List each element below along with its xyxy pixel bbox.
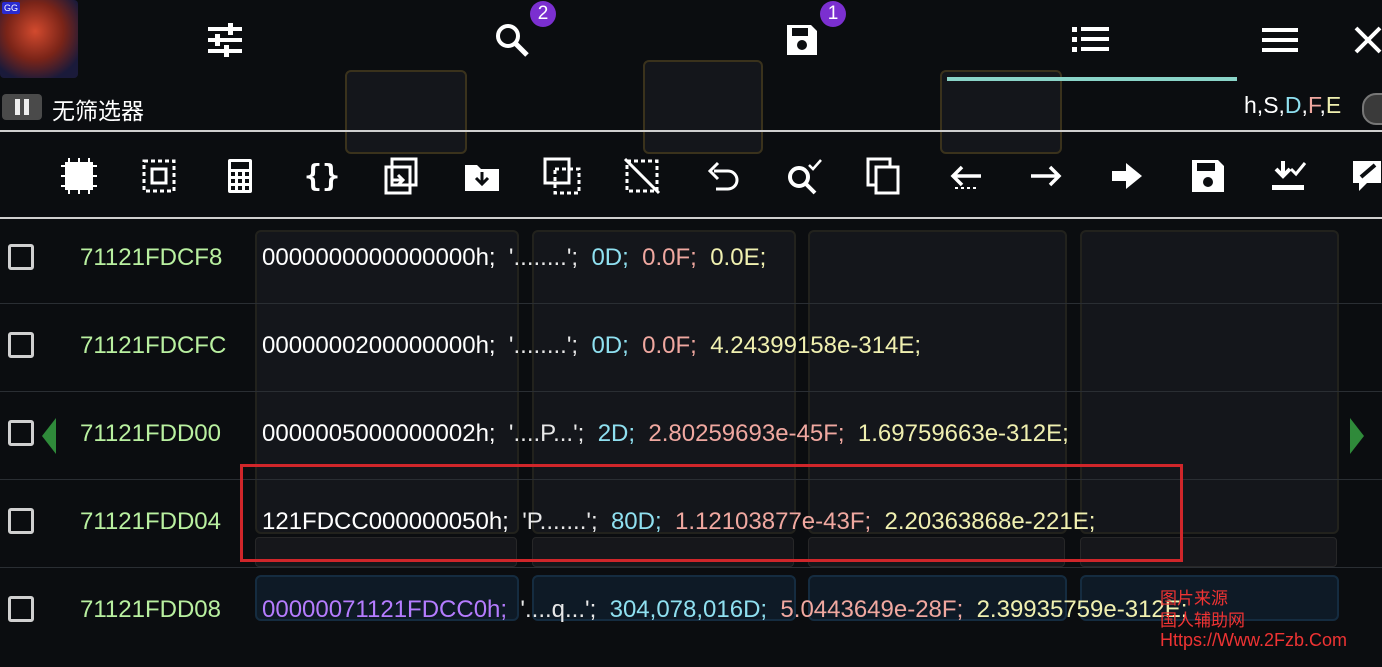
flag-s: S (1263, 92, 1279, 118)
folder-download-icon[interactable] (460, 154, 504, 198)
save-badge: 1 (820, 1, 846, 27)
hex-value: 0000000000000000h; (262, 244, 496, 271)
hex-value: 00000071121FDCC0h; (262, 596, 508, 623)
dword-value: 2D; (597, 420, 636, 447)
hex-value: 0000000200000000h; (262, 332, 496, 359)
row-values: 0000005000000002h; '....P...'; 2D; 2.802… (262, 420, 1069, 448)
search-badge: 2 (530, 1, 556, 27)
memory-row[interactable]: 71121FDCF8 0000000000000000h; '........'… (0, 215, 1382, 304)
hex-value: 0000005000000002h; (262, 420, 496, 447)
dword-value: 0D; (591, 244, 629, 271)
highlight-box (240, 464, 1183, 562)
string-value: '........'; (508, 332, 579, 359)
dword-value: 0D; (591, 332, 629, 359)
dword-value: 304,078,016D; (609, 596, 768, 623)
watermark-line2: 国人辅助网 (1160, 611, 1245, 630)
flag-h: h (1244, 92, 1257, 118)
row-address: 71121FDD08 (80, 596, 221, 623)
divider (0, 130, 1382, 132)
flag-f: F (1307, 92, 1320, 118)
filter-label[interactable]: 无筛选器 (52, 92, 144, 126)
row-values: 00000071121FDCC0h; '....q...'; 304,078,0… (262, 596, 1187, 624)
arrow-left-icon[interactable] (944, 154, 988, 198)
svg-text:{}: {} (304, 159, 339, 194)
close-icon[interactable] (1346, 18, 1382, 62)
double-value: 2.39935759e-312E; (976, 596, 1188, 623)
avatar-tag: GG (2, 2, 21, 14)
filter-toggle[interactable] (1362, 93, 1382, 125)
search-icon[interactable] (490, 18, 534, 62)
select-inverse-icon[interactable] (137, 154, 181, 198)
undo-icon[interactable] (701, 154, 745, 198)
row-checkbox[interactable] (8, 244, 34, 270)
row-address: 71121FDD00 (80, 420, 221, 447)
row-values: 0000000000000000h; '........'; 0D; 0.0F;… (262, 244, 766, 272)
active-tab-indicator (947, 77, 1237, 81)
row-checkbox[interactable] (8, 596, 34, 622)
search-nearby-icon[interactable] (782, 154, 826, 198)
list-icon[interactable] (1069, 18, 1113, 62)
pause-button[interactable] (2, 94, 42, 120)
memory-row[interactable]: 71121FDCFC 0000000200000000h; '........'… (0, 303, 1382, 392)
copy-icon[interactable] (862, 154, 906, 198)
double-value: 0.0E; (710, 244, 767, 271)
deselect-icon[interactable] (620, 154, 664, 198)
copy-to-icon[interactable] (379, 154, 423, 198)
download-check-icon[interactable] (1266, 154, 1310, 198)
float-value: 0.0F; (642, 332, 697, 359)
float-value: 0.0F; (642, 244, 697, 271)
flag-e: E (1325, 92, 1342, 118)
row-address: 71121FDCF8 (80, 244, 223, 271)
double-value: 1.69759663e-312E; (857, 420, 1069, 447)
string-value: '....P...'; (508, 420, 585, 447)
top-bar: GG 2 1 (0, 0, 1382, 82)
row-address: 71121FDCFC (80, 332, 227, 359)
calculator-icon[interactable] (218, 154, 262, 198)
row-checkbox[interactable] (8, 332, 34, 358)
type-flags[interactable]: h,S,D,F,E (1244, 92, 1341, 119)
string-value: '....q...'; (520, 596, 597, 623)
goto-arrow-icon[interactable] (1105, 154, 1149, 198)
flag-d: D (1284, 92, 1302, 118)
row-checkbox[interactable] (8, 420, 34, 446)
braces-icon[interactable]: {} (298, 154, 342, 198)
copy-selection-icon[interactable] (540, 154, 584, 198)
tune-icon[interactable] (203, 18, 247, 62)
select-all-icon[interactable] (57, 154, 101, 198)
menu-icon[interactable] (1258, 18, 1302, 62)
save-icon[interactable] (780, 18, 824, 62)
arrow-right-icon[interactable] (1024, 154, 1068, 198)
save-icon[interactable] (1186, 154, 1230, 198)
row-address: 71121FDD04 (80, 508, 221, 535)
app-avatar[interactable]: GG (0, 0, 78, 78)
edit-icon[interactable] (1346, 154, 1382, 198)
float-value: 5.0443649e-28F; (780, 596, 964, 623)
float-value: 2.80259693e-45F; (648, 420, 845, 447)
string-value: '........'; (508, 244, 579, 271)
watermark-url: Https://Www.2Fzb.Com (1160, 630, 1348, 650)
double-value: 4.24399158e-314E; (710, 332, 922, 359)
row-checkbox[interactable] (8, 508, 34, 534)
row-values: 0000000200000000h; '........'; 0D; 0.0F;… (262, 332, 921, 360)
